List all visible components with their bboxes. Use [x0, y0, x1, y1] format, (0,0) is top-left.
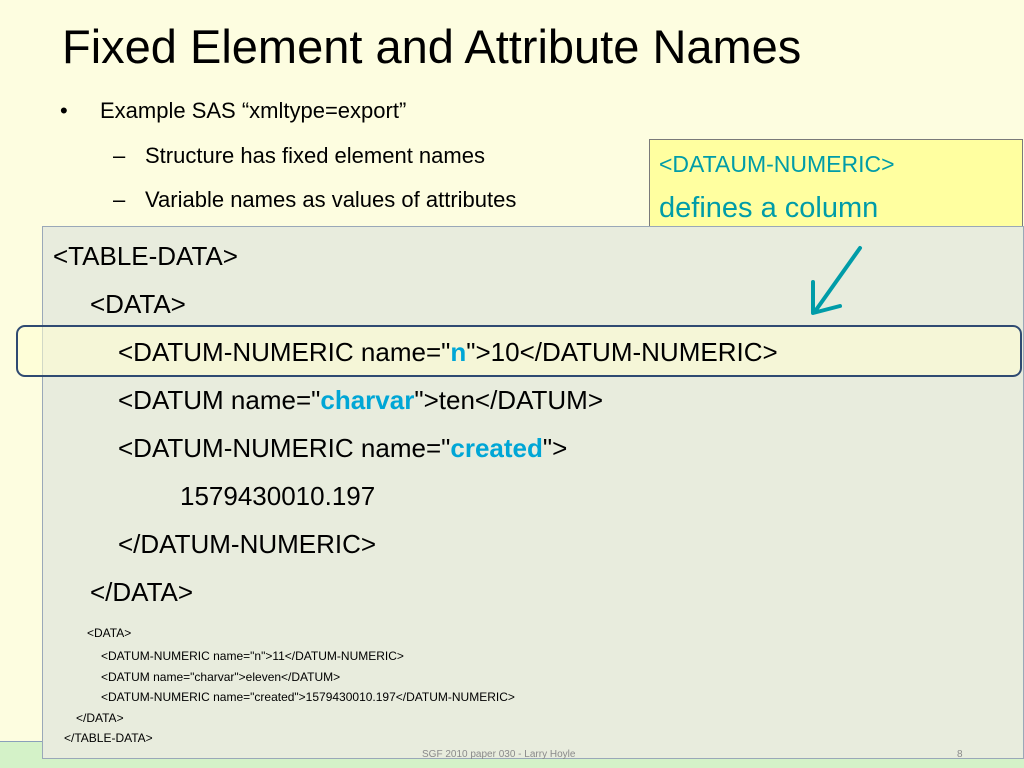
- page-number: 8: [957, 749, 963, 760]
- code-line-datum-numeric-n: <DATUM-NUMERIC name="n">10</DATUM-NUMERI…: [118, 334, 778, 370]
- code-line-data-open: <DATA>: [90, 289, 186, 319]
- small-code-line: </TABLE-DATA>: [64, 731, 153, 745]
- code-line-created-value: 1579430010.197: [180, 481, 376, 511]
- callout-line2: defines a column: [659, 192, 879, 224]
- code-line-datum-charvar: <DATUM name="charvar">ten</DATUM>: [118, 382, 603, 418]
- footer-text: SGF 2010 paper 030 - Larry Hoyle: [422, 749, 576, 760]
- code-text: <DATUM name=": [118, 385, 321, 415]
- bullet-dash-icon: –: [113, 187, 126, 212]
- slide-title: Fixed Element and Attribute Names: [62, 20, 802, 73]
- code-text: <DATUM-NUMERIC name=": [118, 433, 451, 463]
- small-code-line: <DATA>: [87, 626, 132, 640]
- bullet-level2-text: Variable names as values of attributes: [145, 187, 517, 212]
- code-text: ">10</DATUM-NUMERIC>: [466, 337, 778, 367]
- arrow-icon: [811, 246, 862, 315]
- bullet-dot-icon: •: [60, 98, 68, 123]
- small-code-line: </DATA>: [76, 711, 124, 725]
- bullet-dash-icon: –: [113, 143, 126, 168]
- variable-name-highlight: charvar: [320, 385, 415, 415]
- small-code-line: <DATUM-NUMERIC name="created">1579430010…: [101, 690, 515, 704]
- code-line-data-close: </DATA>: [90, 577, 194, 607]
- bullet-level1-text: Example SAS “xmltype=export”: [100, 98, 407, 123]
- code-text: ">: [542, 433, 568, 463]
- bullet-level2-text: Structure has fixed element names: [145, 143, 485, 168]
- variable-name-highlight: n: [450, 337, 467, 367]
- variable-name-highlight: created: [450, 433, 543, 463]
- callout-box: <DATAUM-NUMERIC> defines a column: [649, 139, 1023, 236]
- code-line-datum-numeric-created: <DATUM-NUMERIC name="created">: [118, 430, 567, 466]
- code-line-datum-numeric-close: </DATUM-NUMERIC>: [118, 529, 377, 559]
- small-code-line: <DATUM name="charvar">eleven</DATUM>: [101, 670, 341, 684]
- code-line-table-data-open: <TABLE-DATA>: [53, 241, 238, 271]
- code-text: <DATUM-NUMERIC name=": [118, 337, 451, 367]
- small-code-line: <DATUM-NUMERIC name="n">11</DATUM-NUMERI…: [101, 649, 404, 663]
- code-text: ">ten</DATUM>: [414, 385, 603, 415]
- callout-line1: <DATAUM-NUMERIC>: [659, 151, 895, 177]
